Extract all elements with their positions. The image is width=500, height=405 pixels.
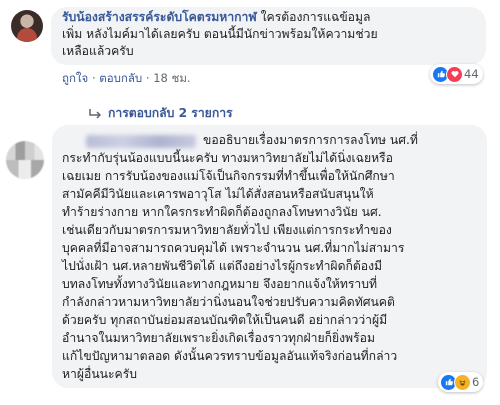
comment-actions: ถูกใจ · ตอบกลับ · 18 ชม. (62, 70, 191, 88)
comment-text-line: ทำร้ายร่างกาย หากใครกระทำผิดก็ต้องถูกลงโ… (62, 205, 382, 219)
comment-text-line: ไปนั่งเฝ้า นศ.หลายพันชีวิตได้ แต่ถึงอย่า… (62, 259, 383, 273)
comment-text-line: บทลงโทษทั้งทางวินัยและทางกฎหมาย จึงอยากแ… (62, 277, 378, 291)
commenter-avatar[interactable] (11, 10, 43, 42)
timestamp[interactable]: 18 ชม. (153, 71, 190, 85)
comment-text-line: เพิ่ม หลังไมค์มาได้เลยครับ ตอนนี้มีนักข่… (62, 27, 378, 41)
separator-dot: · (91, 71, 96, 85)
comment-text: ใครต้องการแฉข้อมูล (256, 10, 371, 24)
comment-text-line: แก้ไขปัญหามาตลอด ดังนั้นควรทราบข้อมูลอัน… (62, 349, 398, 363)
comment-text-line: ขออธิบายเรื่องมาตรการการลงโทษ นศ.ที่ (203, 133, 418, 147)
reaction-summary[interactable]: 44 (430, 64, 483, 84)
like-action[interactable]: ถูกใจ (62, 71, 88, 85)
commenter-avatar-blurred[interactable] (6, 141, 44, 179)
view-replies-link[interactable]: การตอบกลับ 2 รายการ (88, 104, 233, 123)
comment-text-line: รับน้องสร้างสรรค์ระดับโคตรมหากาฬ ใครต้อง… (62, 9, 371, 26)
replies-label[interactable]: การตอบกลับ 2 รายการ (108, 104, 233, 123)
heart-icon (446, 65, 463, 83)
reaction-summary[interactable]: 6 (438, 372, 484, 392)
comment-text-line: กระทำกับรุ่นน้องแบบนี้นะครับ ทางมหาวิทยา… (62, 151, 393, 165)
comment-text-line: กำลังกล่าวหามหาวิทยาลัยว่านิ่งนอนใจช่วยป… (62, 295, 395, 309)
comment-text-line: เหลือแล้วครับ (62, 44, 134, 58)
comment-text-line: บุคคลที่มีอาจสามารถควบคุมได้ เพราะจำนวน … (62, 241, 405, 255)
comment-text-line: เช่นเดียวกับมาตรการมหาวิทยาลัยทั่วไป เพี… (62, 223, 392, 237)
comment-text-line: ด้วยครับ ทุกสถาบันย่อมสอนบัณฑิตให้เป็นคน… (62, 313, 388, 327)
comment-author-link[interactable]: รับน้องสร้างสรรค์ระดับโคตรมหากาฬ (62, 10, 257, 24)
reaction-count: 44 (464, 67, 479, 81)
haha-icon (454, 373, 471, 391)
comment-text-line: อำนาจในมหาวิทยาลัยเพราะยิ่งเกิดเรื่องราว… (62, 331, 375, 345)
comment-text-line: หาผู้อื่นนะครับ (62, 367, 137, 381)
comment-text-line: สามัคคีมีวินัยและเคารพอาวุโส ไม่ได้สั่งส… (62, 187, 374, 201)
separator-dot: · (145, 71, 150, 85)
comment-text-line: เฉยเมย การรับน้องของแม่โจ้เป็นกิจกรรมที่… (62, 169, 395, 183)
redacted-author-name[interactable] (86, 135, 196, 148)
reply-arrow-icon (89, 108, 102, 119)
reply-action[interactable]: ตอบกลับ (99, 71, 142, 85)
reaction-count: 6 (472, 375, 480, 389)
